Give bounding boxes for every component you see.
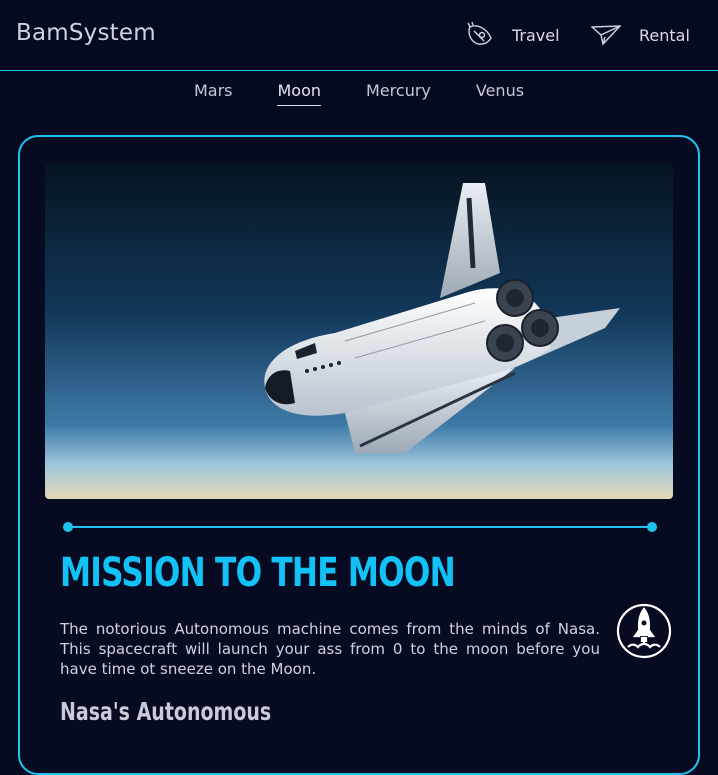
nav-travel-link[interactable]: Travel xyxy=(466,18,560,52)
nav-travel-label: Travel xyxy=(512,25,560,45)
tab-mars[interactable]: Mars xyxy=(194,80,233,106)
nav-rental-label: Rental xyxy=(639,25,690,45)
top-header: BamSystem Travel Rental xyxy=(0,0,718,71)
brand-logo[interactable]: BamSystem xyxy=(16,20,156,46)
space-shuttle-image xyxy=(45,163,673,499)
planet-tabs: Mars Moon Mercury Venus xyxy=(0,80,718,106)
rocket-launch-icon[interactable] xyxy=(616,603,672,659)
paper-plane-icon xyxy=(591,24,621,46)
carousel-end-dot[interactable] xyxy=(647,522,657,532)
nav-rental-link[interactable]: Rental xyxy=(591,18,690,52)
tab-moon[interactable]: Moon xyxy=(277,80,322,106)
rocket-icon xyxy=(466,21,494,49)
carousel-start-dot[interactable] xyxy=(63,522,73,532)
tab-mercury[interactable]: Mercury xyxy=(366,80,431,106)
carousel-track xyxy=(69,526,651,528)
mission-card: MISSION TO THE MOON The notorious Autono… xyxy=(18,135,700,775)
mission-title: MISSION TO THE MOON xyxy=(60,550,456,596)
carousel-progress[interactable] xyxy=(63,521,657,533)
tab-venus[interactable]: Venus xyxy=(476,80,524,106)
mission-subtitle: Nasa's Autonomous xyxy=(60,697,272,726)
mission-description: The notorious Autonomous machine comes f… xyxy=(60,620,600,678)
